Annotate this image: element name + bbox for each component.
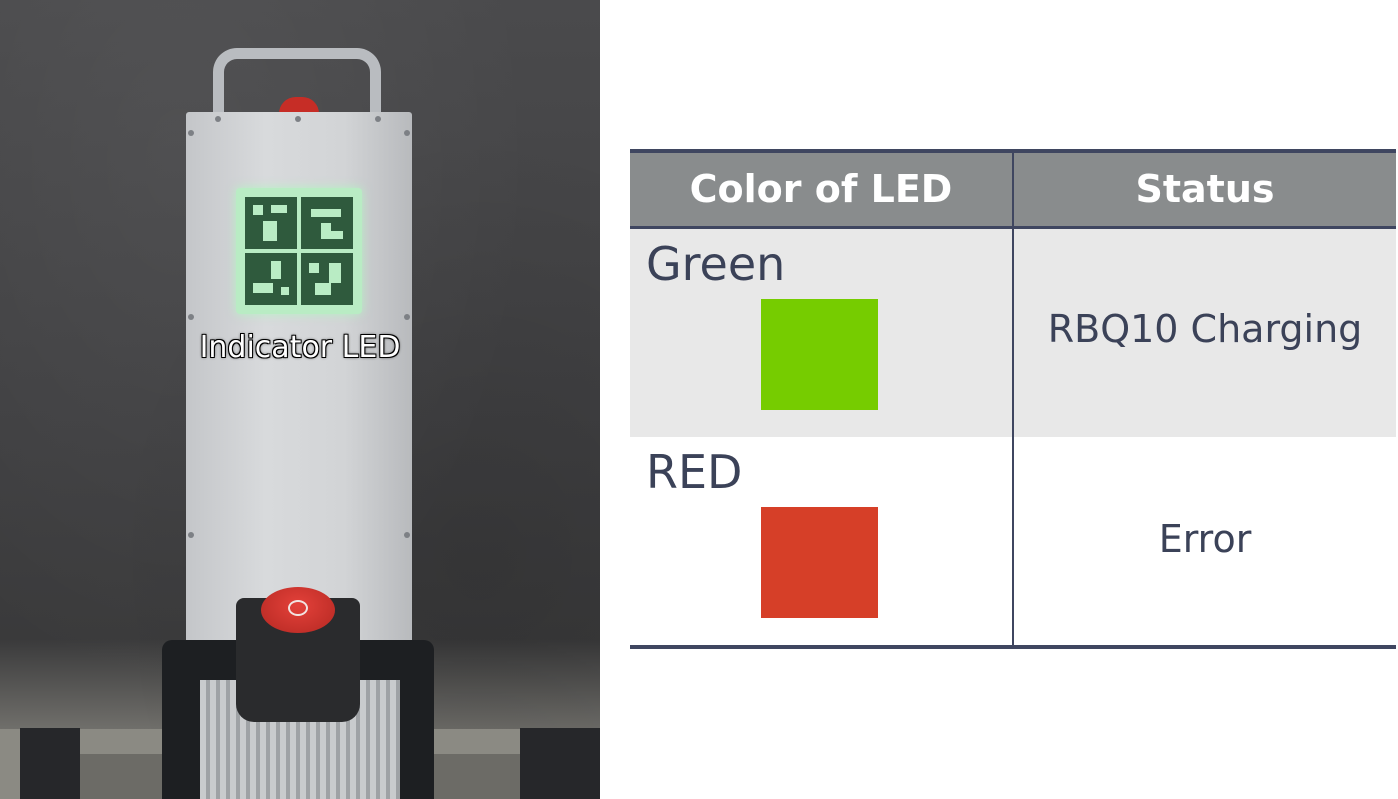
screw bbox=[404, 532, 410, 538]
led-status-table: Color of LED Status Green RBQ10 Charging… bbox=[630, 149, 1396, 649]
screw bbox=[295, 116, 301, 122]
led-marker bbox=[245, 253, 297, 305]
table-bottom-rule bbox=[630, 645, 1396, 649]
screw bbox=[188, 130, 194, 136]
indicator-led-label: Indicator LED bbox=[199, 330, 401, 365]
screw bbox=[375, 116, 381, 122]
screw bbox=[188, 314, 194, 320]
emergency-stop-ring-icon bbox=[288, 600, 308, 616]
screw bbox=[404, 130, 410, 136]
screw bbox=[188, 532, 194, 538]
screw bbox=[404, 314, 410, 320]
led-marker bbox=[301, 197, 353, 249]
red-swatch bbox=[761, 507, 878, 618]
header-status: Status bbox=[1135, 167, 1275, 211]
robot-track-left bbox=[20, 728, 80, 799]
robot-track-right bbox=[520, 728, 600, 799]
led-marker bbox=[301, 253, 353, 305]
led-marker bbox=[245, 197, 297, 249]
status-text: Error bbox=[1158, 517, 1252, 561]
color-name: RED bbox=[646, 445, 743, 499]
header-color-of-led: Color of LED bbox=[689, 167, 953, 211]
indicator-led bbox=[236, 188, 362, 314]
green-swatch bbox=[761, 299, 878, 410]
color-name: Green bbox=[646, 237, 786, 291]
charger-photo: Indicator LED bbox=[0, 0, 600, 799]
status-text: RBQ10 Charging bbox=[1047, 307, 1363, 351]
screw bbox=[215, 116, 221, 122]
column-divider bbox=[1012, 153, 1014, 647]
